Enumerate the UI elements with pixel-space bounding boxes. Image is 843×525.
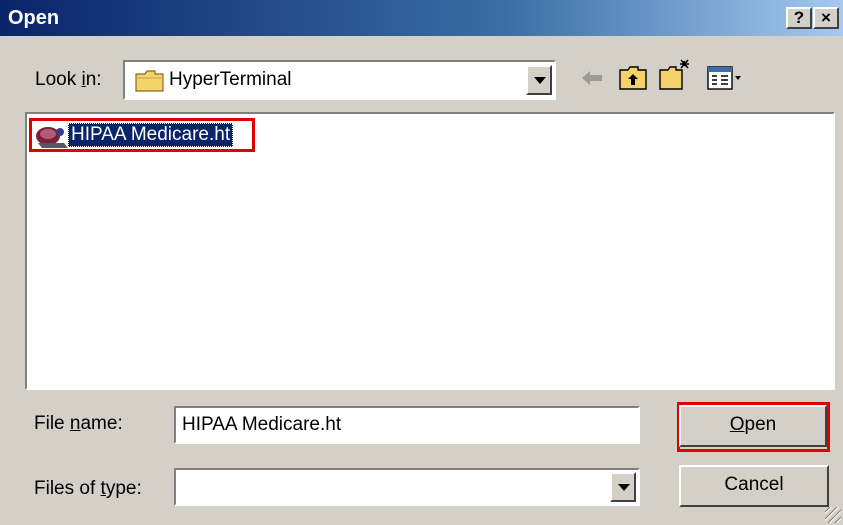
file-type-label: Files of type: xyxy=(34,478,142,499)
file-item-hipaa-medicare[interactable]: HIPAA Medicare.ht xyxy=(29,118,255,152)
file-name-input[interactable] xyxy=(174,406,640,444)
file-type-dropdown-button[interactable] xyxy=(610,472,636,502)
open-button[interactable]: Open xyxy=(679,405,827,447)
dialog-title: Open xyxy=(8,7,60,29)
look-in-dropdown-button[interactable] xyxy=(526,65,552,95)
look-in-label: Look in: xyxy=(35,69,102,90)
look-in-combo[interactable]: HyperTerminal xyxy=(123,60,556,100)
view-menu-icon[interactable] xyxy=(706,64,744,92)
title-bar[interactable]: Open ? × xyxy=(0,0,843,36)
up-folder-icon[interactable] xyxy=(618,64,648,92)
new-folder-icon[interactable] xyxy=(658,58,692,92)
resize-grip[interactable] xyxy=(825,507,841,523)
look-in-value: HyperTerminal xyxy=(169,69,292,90)
cancel-button[interactable]: Cancel xyxy=(679,465,829,507)
file-item-label: HIPAA Medicare.ht xyxy=(68,123,234,147)
file-type-combo[interactable] xyxy=(174,468,640,506)
help-button[interactable]: ? xyxy=(786,7,812,29)
hyperterminal-file-icon xyxy=(36,127,68,148)
close-button[interactable]: × xyxy=(813,7,839,29)
back-arrow-icon[interactable] xyxy=(578,64,606,92)
open-dialog: Open ? × Look in: HyperTerminal HIPAA Me… xyxy=(0,0,843,525)
file-name-label: File name: xyxy=(34,413,123,434)
file-list[interactable]: HIPAA Medicare.ht xyxy=(25,112,835,390)
folder-icon xyxy=(135,70,164,92)
